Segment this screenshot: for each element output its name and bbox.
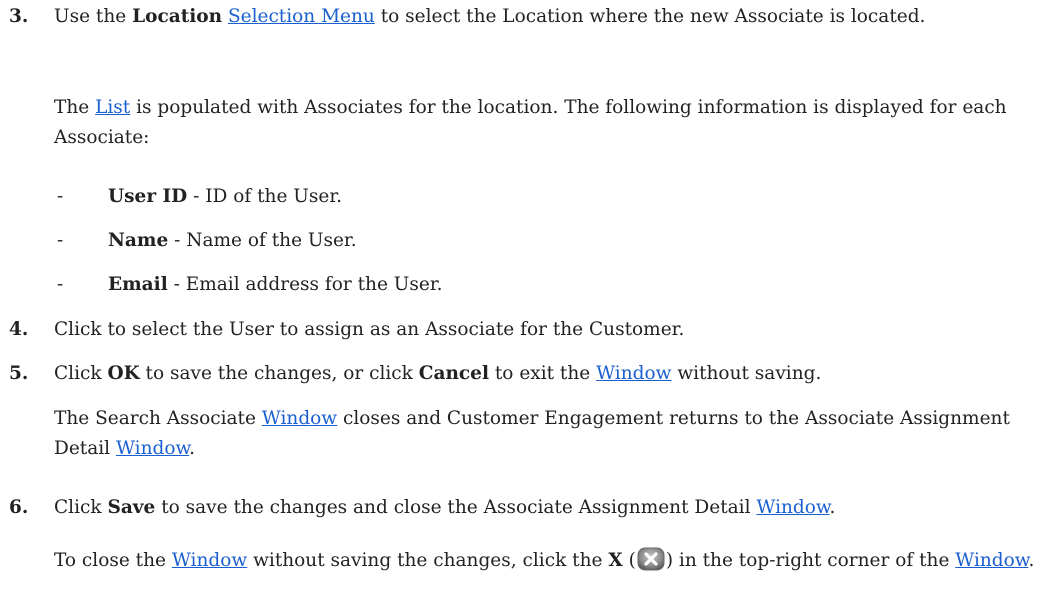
window-link[interactable]: Window — [955, 550, 1028, 571]
close-x-icon — [637, 547, 665, 571]
field-name: Name - Name of the User. — [108, 230, 357, 251]
search-window-closes-text: The Search Associate Window closes and C… — [54, 408, 1010, 459]
step-3-text: Use the Location Selection Menu to selec… — [54, 6, 926, 27]
location-label: Location — [132, 6, 223, 27]
bullet-dash: - — [57, 230, 64, 251]
step-6-number: 6. — [9, 497, 29, 518]
cancel-label: Cancel — [418, 363, 489, 384]
step-5-number: 5. — [9, 363, 29, 384]
step-6-text: Click Save to save the changes and close… — [54, 497, 836, 518]
window-link[interactable]: Window — [756, 497, 829, 518]
step-3-number: 3. — [9, 6, 29, 27]
x-label: X — [608, 550, 623, 571]
bullet-dash: - — [57, 186, 64, 207]
close-without-saving-text: To close the Window without saving the c… — [54, 546, 1039, 576]
window-link[interactable]: Window — [116, 438, 189, 459]
ok-label: OK — [107, 363, 140, 384]
step-4-text: Click to select the User to assign as an… — [54, 319, 685, 340]
bullet-dash: - — [57, 274, 64, 295]
save-label: Save — [107, 497, 156, 518]
list-description: The List is populated with Associates fo… — [54, 97, 1007, 148]
window-link[interactable]: Window — [262, 408, 337, 429]
field-user-id: User ID - ID of the User. — [108, 186, 343, 207]
window-link[interactable]: Window — [596, 363, 671, 384]
step-4-number: 4. — [9, 319, 29, 340]
list-link[interactable]: List — [95, 97, 130, 118]
field-email: Email - Email address for the User. — [108, 274, 443, 295]
step-5-text: Click OK to save the changes, or click C… — [54, 363, 822, 384]
selection-menu-link[interactable]: Selection Menu — [228, 6, 375, 27]
window-link[interactable]: Window — [172, 550, 247, 571]
